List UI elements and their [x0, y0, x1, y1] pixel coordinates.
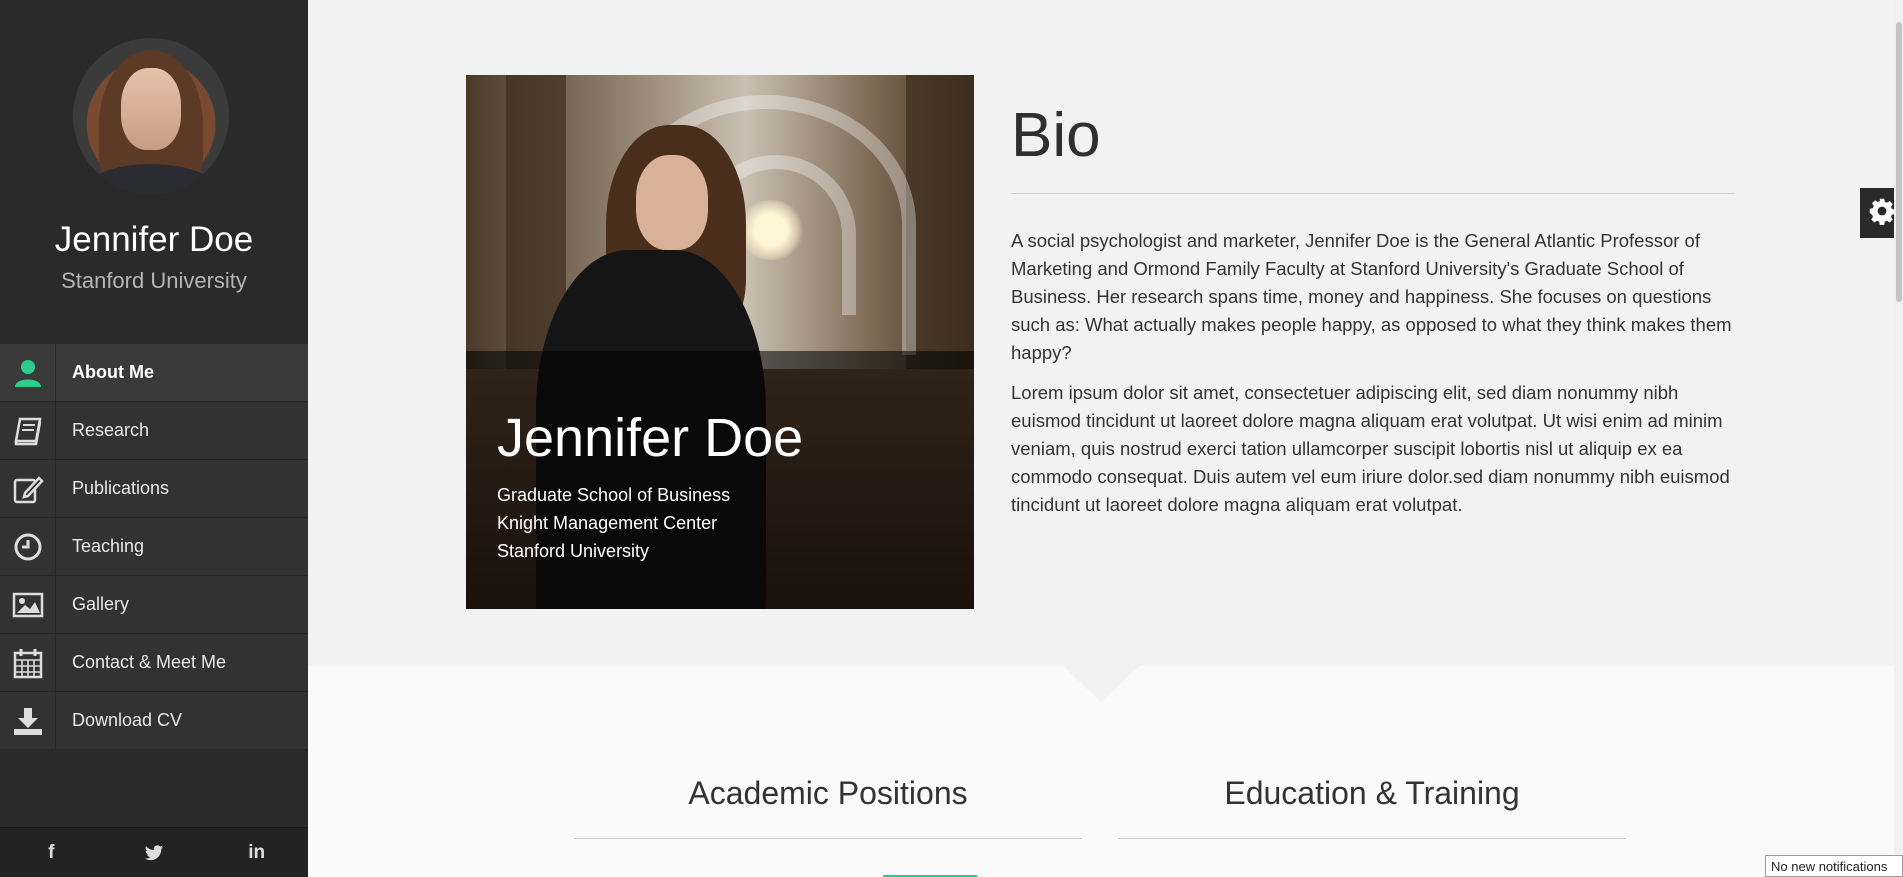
- card-line-university: Stanford University: [497, 541, 650, 561]
- academic-positions-title: Academic Positions: [688, 775, 968, 811]
- sidebar-name: Jennifer Doe: [54, 220, 254, 259]
- clock-icon: [0, 517, 56, 576]
- card-line-center: Knight Management Center: [497, 513, 718, 533]
- social-links: f in: [0, 827, 308, 877]
- facebook-icon[interactable]: f: [0, 828, 103, 877]
- twitter-icon[interactable]: [103, 828, 206, 877]
- bio-paragraph-2: Lorem ipsum dolor sit amet, consectetuer…: [1011, 382, 1730, 515]
- sidebar-item-label: Teaching: [72, 536, 145, 556]
- sidebar-item-download-cv[interactable]: Download CV: [0, 691, 308, 750]
- card-name: Jennifer Doe: [497, 408, 804, 468]
- image-icon: [0, 575, 56, 634]
- avatar: [73, 38, 229, 194]
- academic-positions-divider: [574, 838, 1082, 839]
- calendar-icon: [0, 633, 56, 692]
- education-training-title: Education & Training: [1224, 775, 1520, 811]
- facebook-label: f: [48, 841, 55, 863]
- sidebar: Jennifer Doe Stanford University About M…: [0, 0, 308, 877]
- sidebar-item-label: Research: [72, 420, 150, 440]
- bio-title: Bio: [1011, 101, 1101, 170]
- sidebar-university: Stanford University: [61, 268, 247, 293]
- book-icon: [0, 401, 56, 460]
- sidebar-item-contact[interactable]: Contact & Meet Me: [0, 633, 308, 692]
- education-training-divider: [1118, 838, 1626, 839]
- linkedin-icon[interactable]: in: [205, 828, 308, 877]
- sidebar-item-about-me[interactable]: About Me: [0, 343, 308, 402]
- bio-divider: [1011, 193, 1735, 194]
- sidebar-nav: About Me Research Publications Teaching …: [0, 343, 308, 750]
- sidebar-item-label: About Me: [72, 362, 154, 382]
- sidebar-item-gallery[interactable]: Gallery: [0, 575, 308, 634]
- sidebar-item-label: Download CV: [72, 710, 183, 730]
- linkedin-label: in: [248, 841, 266, 863]
- sidebar-item-teaching[interactable]: Teaching: [0, 517, 308, 576]
- chandelier-image: [736, 200, 806, 260]
- sidebar-item-label: Publications: [72, 478, 170, 498]
- download-icon: [0, 691, 56, 750]
- sidebar-item-research[interactable]: Research: [0, 401, 308, 460]
- edit-icon: [0, 459, 56, 518]
- bio-paragraph-1: A social psychologist and marketer, Jenn…: [1011, 230, 1732, 363]
- main-content: Jennifer Doe Graduate School of Business…: [308, 0, 1894, 877]
- profile-photo-card: Jennifer Doe Graduate School of Business…: [466, 75, 974, 609]
- sidebar-item-publications[interactable]: Publications: [0, 459, 308, 518]
- gear-icon: [1868, 197, 1896, 230]
- user-icon: [0, 343, 56, 402]
- sidebar-item-label: Contact & Meet Me: [72, 652, 227, 672]
- notification-toast: No new notifications: [1765, 855, 1903, 877]
- card-line-school: Graduate School of Business: [497, 485, 731, 505]
- scrollbar-thumb[interactable]: [1896, 22, 1902, 302]
- section-notch: [1063, 666, 1139, 702]
- bio-section: Jennifer Doe Graduate School of Business…: [308, 0, 1894, 666]
- sidebar-item-label: Gallery: [72, 594, 130, 614]
